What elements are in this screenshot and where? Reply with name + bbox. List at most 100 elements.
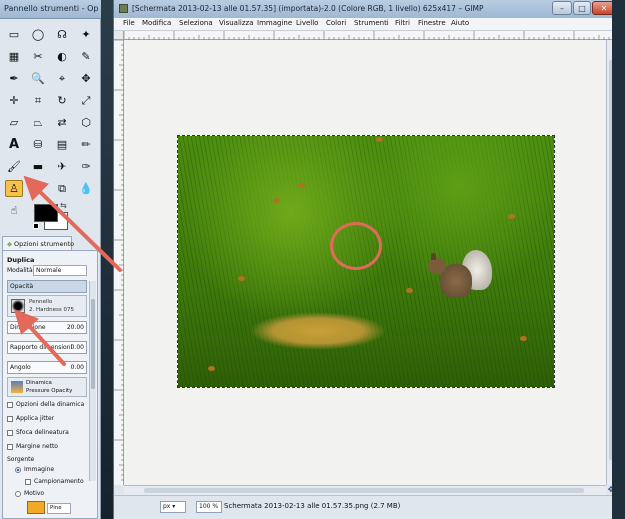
hard-edge-checkbox[interactable]: Margine netto xyxy=(7,443,58,450)
image-window-titlebar[interactable]: [Schermata 2013-02-13 alle 01.57.35] (im… xyxy=(114,0,625,18)
source-pattern-radio[interactable]: Motivo xyxy=(15,490,44,497)
fade-checkbox[interactable]: Sfoca delineatura xyxy=(7,429,69,436)
tab-tool-options[interactable]: ◆ Opzioni strumento xyxy=(2,236,74,250)
dynamics-options-expander[interactable]: Opzioni della dinamica xyxy=(7,401,84,408)
leaf xyxy=(508,214,515,219)
rotate-icon[interactable]: ↻ xyxy=(53,92,71,109)
select-by-color-icon[interactable]: ▦ xyxy=(5,48,23,65)
clone-stamp-icon[interactable]: ♙ xyxy=(5,180,23,197)
toolbox-window: Pannello strumenti - Op... ▭ ◯ ☊ ✦ ▦ ✂ ◐… xyxy=(0,0,101,519)
horizontal-ruler-ticks xyxy=(123,31,615,40)
dynamics-selector[interactable]: Dinamica Pressure Opacity xyxy=(7,377,87,397)
desktop-background xyxy=(101,0,113,519)
paintbrush-icon[interactable]: 🖌 xyxy=(5,158,23,175)
swap-colors-icon[interactable]: ⇆ xyxy=(60,201,67,210)
menu-modifica[interactable]: Modifica xyxy=(142,19,171,27)
tool-name: Duplica xyxy=(7,256,35,264)
horizontal-ruler[interactable] xyxy=(123,31,616,40)
dynamics-icon xyxy=(11,381,23,393)
maximize-button[interactable]: □ xyxy=(573,1,591,15)
sample-merged-label: Campionamento xyxy=(34,478,84,485)
leaf xyxy=(520,336,527,341)
brush-selector[interactable]: Pennello 2. Hardness 075 xyxy=(7,295,87,317)
pencil-icon[interactable]: ✏ xyxy=(77,136,95,153)
jitter-label: Applica jitter xyxy=(16,415,55,422)
menu-livello[interactable]: Livello xyxy=(296,19,318,27)
pattern-swatch[interactable] xyxy=(27,501,45,514)
foreground-select-icon[interactable]: ◐ xyxy=(53,48,71,65)
image-canvas-squirrel-photo[interactable] xyxy=(177,135,555,388)
cage-icon[interactable]: ⬡ xyxy=(77,114,95,131)
blend-icon[interactable]: ▤ xyxy=(53,136,71,153)
hard-edge-label: Margine netto xyxy=(16,443,58,450)
measure-icon[interactable]: ⌖ xyxy=(53,70,71,87)
menu-immagine[interactable]: Immagine xyxy=(257,19,292,27)
size-slider[interactable]: Dimensione 20.00 xyxy=(7,321,87,334)
minimize-button[interactable]: – xyxy=(552,1,572,15)
color-picker-icon[interactable]: ✒ xyxy=(5,70,23,87)
scale-icon[interactable]: ⤢ xyxy=(77,92,95,109)
leaf xyxy=(406,288,413,293)
rect-select-icon[interactable]: ▭ xyxy=(5,26,23,43)
leaf xyxy=(376,137,383,142)
eraser-icon[interactable]: ▬ xyxy=(29,158,47,175)
menu-colori[interactable]: Colori xyxy=(326,19,346,27)
source-image-radio[interactable]: Immagine xyxy=(15,466,54,473)
hscroll-thumb[interactable] xyxy=(144,488,584,493)
paths-icon[interactable]: ✎ xyxy=(77,48,95,65)
zoom-select[interactable]: 100 % xyxy=(196,501,222,513)
dynamics-label: Dinamica xyxy=(26,380,52,386)
angle-value: 0.00 xyxy=(70,364,84,371)
dynamics-options-label: Opzioni della dinamica xyxy=(16,401,85,408)
vertical-ruler[interactable] xyxy=(114,39,124,485)
move-icon[interactable]: ✥ xyxy=(77,70,95,87)
sample-merged-checkbox[interactable]: Campionamento xyxy=(25,478,84,485)
canvas-area[interactable] xyxy=(124,40,606,485)
aspect-value: 0.00 xyxy=(70,344,84,351)
free-select-icon[interactable]: ☊ xyxy=(53,26,71,43)
ellipse-select-icon[interactable]: ◯ xyxy=(29,26,47,43)
text-tool-icon[interactable]: A xyxy=(5,136,23,153)
brush-label: Pennello xyxy=(29,299,53,305)
options-scroll-thumb[interactable] xyxy=(91,299,95,389)
mode-value: Normale xyxy=(36,267,62,274)
unit-select[interactable]: px ▾ xyxy=(160,501,186,513)
menu-finestre[interactable]: Finestre xyxy=(418,19,446,27)
source-image-label: Immagine xyxy=(24,466,55,473)
menu-file[interactable]: File xyxy=(123,19,135,27)
zoom-icon[interactable]: 🔍 xyxy=(29,70,47,87)
heal-icon[interactable]: ✚ xyxy=(29,180,47,197)
airbrush-icon[interactable]: ✈ xyxy=(53,158,71,175)
angle-slider[interactable]: Angolo 0.00 xyxy=(7,361,87,374)
shear-icon[interactable]: ▱ xyxy=(5,114,23,131)
perspective-icon[interactable]: ⏢ xyxy=(29,114,47,131)
jitter-checkbox[interactable]: Applica jitter xyxy=(7,415,54,422)
canvas-horizontal-scrollbar[interactable] xyxy=(124,485,606,495)
scissors-select-icon[interactable]: ✂ xyxy=(29,48,47,65)
opacity-slider[interactable]: Opacità xyxy=(7,280,87,293)
ruler-corner[interactable] xyxy=(114,31,124,40)
perspective-clone-icon[interactable]: ⧉ xyxy=(53,180,71,197)
unit-value: px xyxy=(163,503,171,510)
toolbox-titlebar[interactable]: Pannello strumenti - Op... xyxy=(0,0,101,19)
options-scrollbar[interactable] xyxy=(89,281,96,481)
menu-aiuto[interactable]: Aiuto xyxy=(451,19,469,27)
blur-icon[interactable]: 💧 xyxy=(77,180,95,197)
leaf xyxy=(298,183,305,188)
menu-visualizza[interactable]: Visualizza xyxy=(219,19,253,27)
flip-icon[interactable]: ⇄ xyxy=(53,114,71,131)
crop-icon[interactable]: ⌗ xyxy=(29,92,47,109)
menu-seleziona[interactable]: Seleziona xyxy=(179,19,213,27)
fuzzy-select-icon[interactable]: ✦ xyxy=(77,26,95,43)
hard-edge-check-icon xyxy=(7,443,13,450)
align-icon[interactable]: ✛ xyxy=(5,92,23,109)
reset-colors-icon[interactable] xyxy=(33,223,39,229)
brush-preview-icon xyxy=(11,299,25,313)
menu-strumenti[interactable]: Strumenti xyxy=(354,19,389,27)
bucket-fill-icon[interactable]: ⛁ xyxy=(29,136,47,153)
foreground-color-swatch[interactable] xyxy=(34,204,58,222)
aspect-slider[interactable]: Rapporto dimensioni 0.00 xyxy=(7,341,87,354)
mode-select[interactable]: Normale xyxy=(33,265,87,276)
menu-filtri[interactable]: Filtri xyxy=(395,19,410,27)
ink-icon[interactable]: ✑ xyxy=(77,158,95,175)
